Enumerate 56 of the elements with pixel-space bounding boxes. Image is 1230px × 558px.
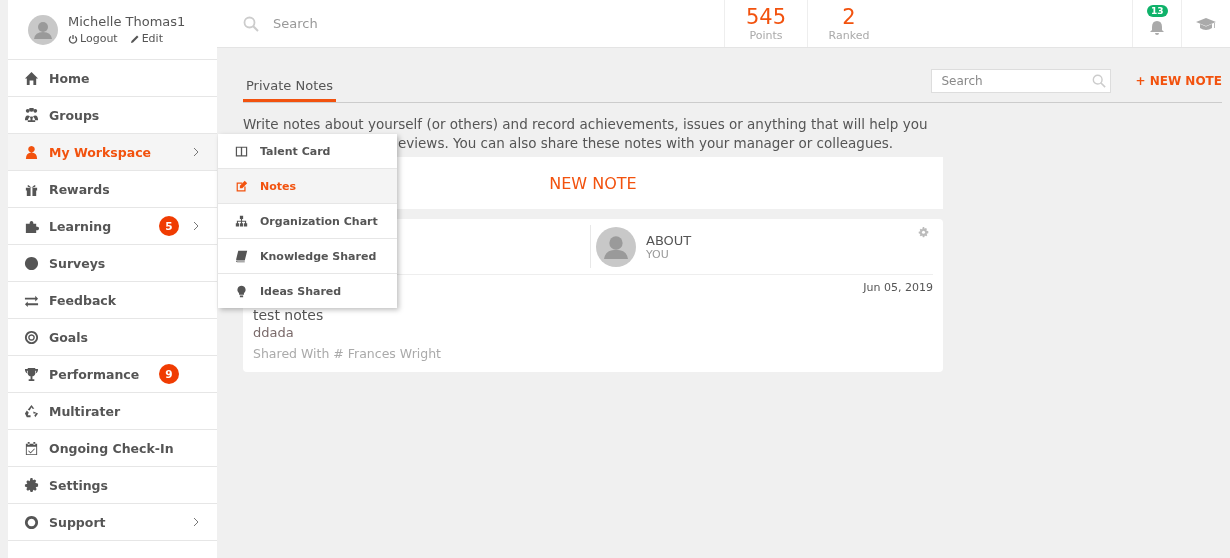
- pencil-icon: [129, 33, 140, 44]
- about-label: ABOUT: [646, 232, 692, 248]
- sidebar-item[interactable]: Performance 9: [8, 356, 217, 393]
- menu-item[interactable]: Ideas Shared: [218, 274, 397, 308]
- notes-search-field[interactable]: Search: [931, 69, 1112, 93]
- settings-icon[interactable]: [918, 227, 929, 238]
- groups-icon: [24, 107, 39, 123]
- stat-label: Points: [749, 29, 783, 42]
- book-icon: [235, 249, 248, 263]
- notification-badge: 13: [1147, 5, 1168, 17]
- sidebar-item[interactable]: Goals: [8, 319, 217, 356]
- note-body: ddada: [253, 325, 295, 340]
- user-name: Michelle Thomas1: [68, 14, 186, 29]
- description-text: Write notes about yourself (or others) and record achievements, issues or anything that will help you: [243, 115, 928, 134]
- edit-icon: [235, 179, 248, 193]
- description-text: eviews. You can also share these notes with your manager or colleagues.: [398, 134, 894, 153]
- menu-item[interactable]: Knowledge Shared: [218, 239, 397, 274]
- org-icon: [235, 214, 248, 228]
- bulb-icon: [235, 284, 248, 298]
- sidebar-item[interactable]: Multirater: [8, 393, 217, 430]
- stat-value: 2: [842, 5, 856, 29]
- edit-link[interactable]: Edit: [129, 32, 163, 45]
- search-icon: [243, 15, 259, 32]
- sidebar-item[interactable]: Ongoing Check-In: [8, 430, 217, 467]
- sidebar-item[interactable]: Settings: [8, 467, 217, 504]
- shared-with-text: Shared With # Frances Wright: [253, 346, 442, 361]
- menu-item[interactable]: Organization Chart: [218, 204, 397, 239]
- puzzle-icon: [24, 218, 39, 234]
- count-badge: 9: [159, 364, 179, 384]
- search-icon: [1092, 74, 1107, 88]
- sidebar-item[interactable]: Learning 5: [8, 208, 217, 245]
- bell-icon[interactable]: [1149, 18, 1165, 35]
- calendar-icon: [24, 440, 39, 456]
- avatar-icon: [596, 226, 636, 267]
- sidebar-item[interactable]: Rewards: [8, 171, 217, 208]
- card-icon: [235, 144, 248, 158]
- target-icon: [24, 329, 39, 345]
- graduation-cap-icon[interactable]: [1196, 16, 1216, 31]
- about-value: YOU: [646, 247, 670, 261]
- stat-label: Ranked: [828, 29, 870, 42]
- person-icon: [24, 144, 39, 160]
- power-icon: [68, 33, 78, 44]
- note-date: Jun 05, 2019: [863, 281, 933, 294]
- count-badge: 5: [159, 216, 179, 236]
- logout-link[interactable]: Logout: [68, 32, 118, 45]
- sidebar-item[interactable]: Home: [8, 60, 217, 97]
- note-title: test notes: [253, 307, 325, 323]
- sidebar-item[interactable]: Support: [8, 504, 217, 541]
- stat-value: 545: [745, 5, 787, 29]
- sidebar-item[interactable]: Surveys: [8, 245, 217, 282]
- trophy-icon: [24, 366, 39, 382]
- home-icon: [24, 70, 39, 86]
- gear-icon: [24, 477, 39, 493]
- avatar-icon: [28, 14, 58, 45]
- sidebar-item[interactable]: Feedback: [8, 282, 217, 319]
- tab[interactable]: Private Notes: [243, 70, 336, 102]
